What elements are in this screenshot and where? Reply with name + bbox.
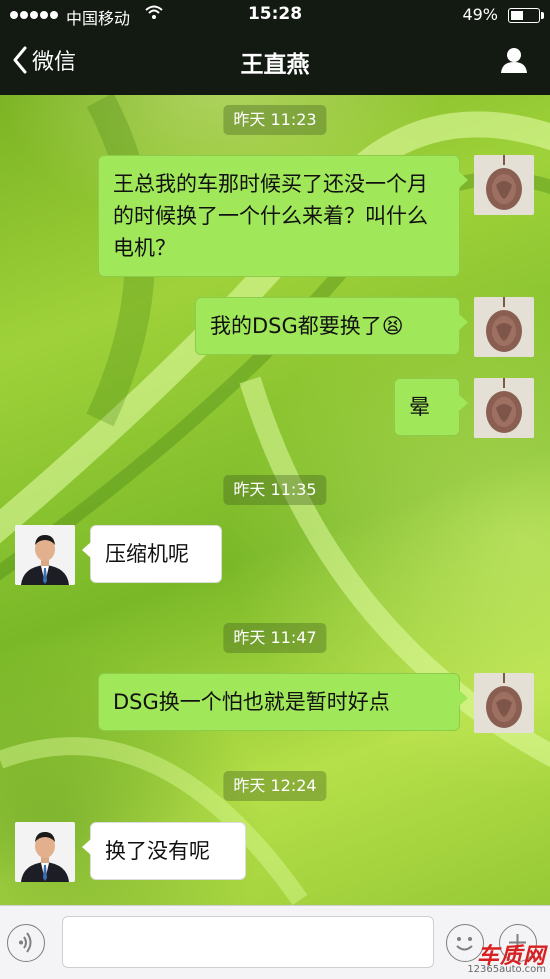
person-photo-avatar-icon <box>15 822 75 882</box>
battery-percent: 49% <box>462 5 498 24</box>
jade-pendant-avatar-icon <box>474 378 534 438</box>
avatar[interactable] <box>474 297 534 357</box>
avatar[interactable] <box>474 673 534 733</box>
voice-button[interactable] <box>7 924 45 962</box>
navigation-bar: 微信 王直燕 <box>0 32 550 92</box>
message-input[interactable] <box>62 916 434 968</box>
message-bubble[interactable]: 压缩机呢 <box>82 525 222 583</box>
message-list[interactable]: 昨天 11:23 王总我的车那时候买了还没一个月的时候换了一个什么来着？叫什么电… <box>0 95 550 905</box>
timestamp: 昨天 11:35 <box>223 475 327 505</box>
person-photo-avatar-icon <box>15 525 75 585</box>
person-icon <box>501 48 527 73</box>
avatar[interactable] <box>474 378 534 438</box>
emoji-icon <box>456 937 473 951</box>
emoji-button[interactable] <box>446 924 484 962</box>
message-bubble[interactable]: 换了没有呢 <box>82 822 246 880</box>
status-bar: 中国移动 15:28 49% <box>0 0 550 30</box>
battery-icon <box>508 8 544 23</box>
message-bubble[interactable]: 晕 <box>394 378 468 436</box>
message-text: 王总我的车那时候买了还没一个月的时候换了一个什么来着？叫什么电机？ <box>113 172 428 260</box>
contact-info-button[interactable] <box>500 46 528 78</box>
jade-pendant-avatar-icon <box>474 673 534 733</box>
timestamp: 昨天 12:24 <box>223 771 327 801</box>
avatar[interactable] <box>474 155 534 215</box>
avatar[interactable] <box>15 822 75 882</box>
jade-pendant-avatar-icon <box>474 297 534 357</box>
message-bubble[interactable]: 王总我的车那时候买了还没一个月的时候换了一个什么来着？叫什么电机？ <box>98 155 468 277</box>
top-bar: 中国移动 15:28 49% 微信 王直燕 <box>0 0 550 95</box>
voice-icon <box>19 932 32 953</box>
plus-icon <box>509 934 526 951</box>
message-text: 换了没有呢 <box>105 839 210 863</box>
jade-pendant-avatar-icon <box>474 155 534 215</box>
timestamp: 昨天 11:23 <box>223 105 327 135</box>
input-bar <box>0 905 550 979</box>
message-text: 我的DSG都要换了😫 <box>210 314 404 338</box>
message-text: 晕 <box>409 395 430 419</box>
message-bubble[interactable]: DSG换一个怕也就是暂时好点 <box>98 673 468 731</box>
timestamp: 昨天 11:47 <box>223 623 327 653</box>
message-bubble[interactable]: 我的DSG都要换了😫 <box>195 297 468 355</box>
more-options-button[interactable] <box>499 924 537 962</box>
message-text: DSG换一个怕也就是暂时好点 <box>113 690 390 714</box>
avatar[interactable] <box>15 525 75 585</box>
message-text: 压缩机呢 <box>105 542 189 566</box>
chat-title: 王直燕 <box>240 52 310 78</box>
